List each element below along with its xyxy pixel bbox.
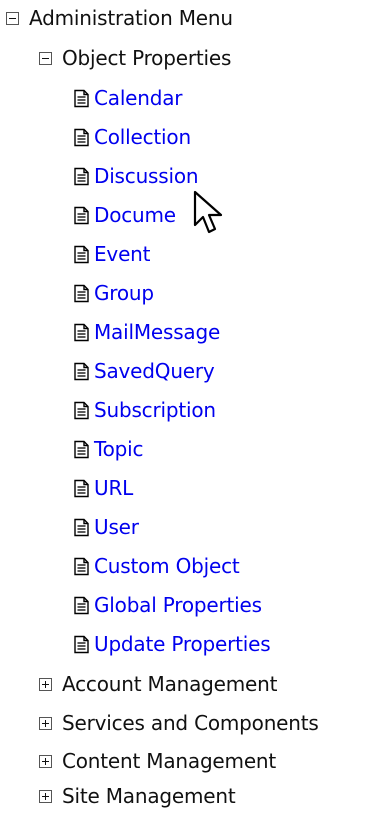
- object-property-subscription[interactable]: Subscription: [73, 392, 216, 428]
- tree-node-label: Administration Menu: [29, 6, 233, 30]
- object-property-link[interactable]: Collection: [94, 125, 191, 149]
- tree-node-site-management[interactable]: Site Management: [39, 778, 236, 814]
- document-icon: [74, 479, 89, 497]
- document-icon: [74, 167, 89, 185]
- document-icon: [74, 635, 89, 653]
- document-icon: [74, 596, 89, 614]
- object-property-link[interactable]: Docume: [94, 203, 176, 227]
- object-property-link[interactable]: URL: [94, 476, 133, 500]
- object-property-calendar[interactable]: Calendar: [73, 80, 183, 116]
- tree-node-content-management[interactable]: Content Management: [39, 743, 276, 779]
- tree-node-label: Content Management: [62, 749, 277, 773]
- object-property-link[interactable]: Topic: [94, 437, 144, 461]
- object-property-link[interactable]: Custom Object: [94, 554, 240, 578]
- expand-toggle-icon[interactable]: [39, 754, 52, 768]
- tree-node-label: Site Management: [62, 784, 236, 808]
- document-icon: [74, 557, 89, 575]
- object-property-group[interactable]: Group: [73, 275, 154, 311]
- object-property-custom-object[interactable]: Custom Object: [73, 548, 240, 584]
- administration-menu-tree: Administration Menu Object Properties Ca…: [0, 0, 379, 811]
- object-property-event[interactable]: Event: [73, 236, 150, 272]
- document-icon: [74, 128, 89, 146]
- document-icon: [74, 284, 89, 302]
- tree-node-services-and-components[interactable]: Services and Components: [39, 705, 319, 741]
- object-property-update-properties[interactable]: Update Properties: [73, 626, 271, 662]
- object-property-link[interactable]: Group: [94, 281, 154, 305]
- object-property-topic[interactable]: Topic: [73, 431, 144, 467]
- expand-toggle-icon[interactable]: [39, 677, 52, 691]
- object-property-document[interactable]: Docume: [73, 197, 176, 233]
- object-property-link[interactable]: Update Properties: [94, 632, 271, 656]
- object-property-link[interactable]: Global Properties: [94, 593, 262, 617]
- tree-node-label: Services and Components: [62, 711, 319, 735]
- tree-node-label: Account Management: [62, 672, 278, 696]
- expand-toggle-icon[interactable]: [39, 789, 52, 803]
- tree-node-object-properties[interactable]: Object Properties: [39, 40, 231, 76]
- tree-node-label: Object Properties: [62, 46, 232, 70]
- collapse-toggle-icon[interactable]: [6, 11, 19, 25]
- object-property-global-properties[interactable]: Global Properties: [73, 587, 262, 623]
- document-icon: [74, 518, 89, 536]
- object-property-user[interactable]: User: [73, 509, 139, 545]
- document-icon: [74, 89, 89, 107]
- object-property-link[interactable]: Event: [94, 242, 150, 266]
- object-property-mailmessage[interactable]: MailMessage: [73, 314, 220, 350]
- object-property-link[interactable]: Discussion: [94, 164, 199, 188]
- object-property-link[interactable]: Subscription: [94, 398, 216, 422]
- document-icon: [74, 245, 89, 263]
- object-property-link[interactable]: SavedQuery: [94, 359, 215, 383]
- tree-node-administration-menu[interactable]: Administration Menu: [6, 0, 233, 36]
- document-icon: [74, 362, 89, 380]
- object-property-url[interactable]: URL: [73, 470, 133, 506]
- document-icon: [74, 401, 89, 419]
- object-property-collection[interactable]: Collection: [73, 119, 191, 155]
- document-icon: [74, 440, 89, 458]
- collapse-toggle-icon[interactable]: [39, 51, 52, 65]
- object-property-link[interactable]: User: [94, 515, 139, 539]
- object-property-link[interactable]: MailMessage: [94, 320, 220, 344]
- tree-node-account-management[interactable]: Account Management: [39, 666, 277, 702]
- object-property-link[interactable]: Calendar: [94, 86, 183, 110]
- object-property-savedquery[interactable]: SavedQuery: [73, 353, 215, 389]
- object-property-discussion[interactable]: Discussion: [73, 158, 199, 194]
- document-icon: [74, 206, 89, 224]
- document-icon: [74, 323, 89, 341]
- expand-toggle-icon[interactable]: [39, 716, 52, 730]
